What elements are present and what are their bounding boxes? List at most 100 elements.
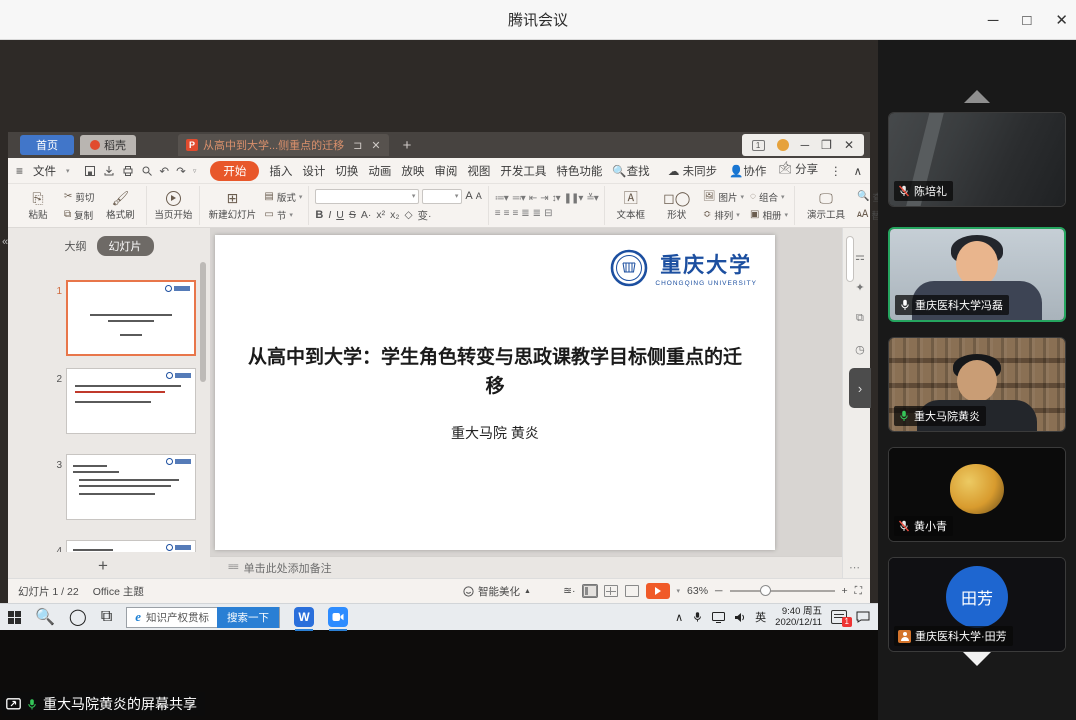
participant-tile-1[interactable]: 陈培礼 — [888, 112, 1066, 207]
participant-tile-3[interactable]: 重大马院黄炎 — [888, 337, 1066, 432]
arrange-button[interactable]: ≎排列▾ — [703, 208, 744, 222]
input-language[interactable]: 英 — [755, 609, 766, 625]
paste-button[interactable]: ⎘粘贴 — [18, 191, 58, 221]
beautify-wand-icon[interactable]: ✦ — [855, 281, 864, 294]
cut-button[interactable]: ✂剪切 — [64, 190, 94, 204]
help-clock-icon[interactable]: ◷ — [855, 343, 865, 356]
strike-button[interactable]: S — [349, 209, 356, 221]
menu-special-tab[interactable]: 特色功能 — [556, 163, 602, 179]
file-caret-icon[interactable]: ▾ — [66, 167, 70, 175]
participant-tile-4[interactable]: 黄小青 — [888, 447, 1066, 542]
font-family-select[interactable]: ▾ — [315, 189, 419, 204]
properties-icon[interactable]: ⚎ — [855, 250, 865, 263]
italic-button[interactable]: I — [328, 209, 331, 221]
slide-sorter-button[interactable] — [604, 585, 618, 597]
distribute-icon[interactable]: ≣ — [533, 208, 540, 219]
cortana-icon[interactable]: ◯ — [69, 607, 87, 627]
highlight-icon[interactable]: ◇ — [404, 209, 412, 221]
slide-thumbnail-2[interactable] — [66, 368, 196, 434]
zoom-out-button[interactable]: ─ — [715, 585, 722, 597]
slide-thumbnail-3[interactable] — [66, 454, 196, 520]
more-menu-icon[interactable]: ⋮ — [830, 164, 842, 178]
bold-button[interactable]: B — [315, 209, 323, 221]
taskbar-search-button[interactable]: 搜索一下 — [217, 607, 279, 628]
output-icon[interactable] — [103, 165, 115, 177]
scroll-down-arrow[interactable] — [963, 652, 991, 666]
font-color-icon[interactable]: A· — [361, 209, 372, 221]
display-mode-icon[interactable]: ≊· — [563, 585, 575, 597]
menu-find[interactable]: 🔍查找 — [612, 163, 649, 179]
text-effects-icon[interactable]: 变· — [418, 208, 432, 223]
menu-slideshow-tab[interactable]: 放映 — [401, 163, 424, 179]
wps-home-tab[interactable]: 首页 — [20, 135, 74, 155]
menu-start-tab[interactable]: 开始 — [210, 161, 259, 181]
slide-title[interactable]: 从高中到大学：学生角色转变与思政课教学目标侧重点的迁移 — [245, 343, 745, 402]
collapse-ribbon-icon[interactable]: ∧ — [854, 164, 862, 178]
action-center-icon[interactable] — [856, 611, 870, 623]
font-size-select[interactable]: ▾ — [422, 189, 462, 204]
customize-caret-icon[interactable]: ▿ — [193, 167, 197, 175]
menu-insert-tab[interactable]: 插入 — [269, 163, 292, 179]
superscript-icon[interactable]: x² — [376, 209, 385, 221]
shapes-button[interactable]: ◻◯形状 — [657, 191, 697, 221]
increase-font-icon[interactable]: A — [465, 190, 472, 202]
tray-display-icon[interactable] — [712, 612, 725, 623]
line-spacing-icon[interactable]: ↕▾ — [552, 193, 560, 204]
menu-transition-tab[interactable]: 切换 — [335, 163, 358, 179]
add-slide-button[interactable]: + — [8, 556, 198, 576]
format-painter-button[interactable]: 🖌格式刷 — [100, 191, 140, 221]
taskbar-clock[interactable]: 9:40 周五 2020/12/11 — [775, 606, 822, 629]
maximize-button[interactable]: □ — [1022, 12, 1031, 29]
new-slide-button[interactable]: ⊞新建幻灯片 — [206, 191, 258, 221]
new-tab-button[interactable]: + — [403, 137, 412, 154]
menu-file[interactable]: 文件 — [33, 163, 56, 179]
slides-tab[interactable]: 幻灯片 — [97, 236, 154, 256]
account-avatar[interactable] — [777, 139, 789, 151]
align-right-icon[interactable]: ≡ — [512, 208, 517, 219]
wps-restore-button[interactable]: ❐ — [821, 138, 832, 152]
underline-button[interactable]: U — [336, 209, 344, 221]
slide-1[interactable]: 重庆大学 CHONGQING UNIVERSITY 从高中到大学：学生角色转变与… — [215, 235, 775, 550]
para-more-icon[interactable]: ⊟ — [544, 208, 551, 219]
theme-name[interactable]: Office 主题 — [93, 584, 144, 599]
layout-button[interactable]: ▤版式▾ — [264, 190, 302, 204]
tray-mic-icon[interactable] — [692, 611, 703, 623]
tencent-meeting-taskbar-icon[interactable] — [328, 607, 348, 627]
minimize-button[interactable]: ─ — [988, 12, 999, 29]
wps-docer-tab[interactable]: 稻壳 — [80, 135, 136, 155]
scroll-up-arrow[interactable] — [964, 90, 990, 103]
present-tools-button[interactable]: 🖵演示工具 — [801, 191, 851, 221]
menu-view-tab[interactable]: 视图 — [467, 163, 490, 179]
task-view-icon[interactable]: ⧉ — [101, 608, 112, 626]
smart-beautify-button[interactable]: 智能美化 ▲ — [463, 584, 531, 599]
redo-icon[interactable]: ↷ — [176, 164, 186, 178]
close-button[interactable]: ✕ — [1055, 11, 1068, 29]
layers-icon[interactable]: ⧉ — [856, 312, 864, 325]
play-options-caret[interactable]: ▾ — [677, 587, 681, 595]
bullets-icon[interactable]: ≔▾ — [495, 193, 508, 204]
print-icon[interactable] — [122, 165, 134, 177]
menu-review-tab[interactable]: 审阅 — [434, 163, 457, 179]
doc-count-badge[interactable]: 1 — [752, 140, 765, 151]
notes-bar[interactable]: ≡≡ 单击此处添加备注 — [210, 556, 842, 578]
close-tab-icon[interactable]: ✕ — [371, 139, 380, 152]
picture-button[interactable]: 🖼图片▾ — [703, 190, 744, 204]
align-left-icon[interactable]: ≡ — [495, 208, 500, 219]
copy-button[interactable]: ⧉复制 — [64, 208, 94, 222]
play-from-current-button[interactable]: 当页开始 — [153, 191, 193, 221]
decrease-font-icon[interactable]: A — [476, 191, 482, 201]
outline-tab[interactable]: 大纲 — [65, 238, 87, 254]
menu-design-tab[interactable]: 设计 — [302, 163, 325, 179]
tray-speaker-icon[interactable] — [734, 612, 746, 623]
undo-icon[interactable]: ↶ — [160, 164, 170, 178]
tray-expand-icon[interactable]: ∧ — [675, 611, 683, 624]
normal-view-button[interactable] — [583, 585, 597, 597]
group-button[interactable]: ◌组合▾ — [750, 190, 788, 204]
sync-status[interactable]: ☁ 未同步 — [668, 163, 717, 179]
wps-close-button[interactable]: ✕ — [844, 138, 854, 152]
collapse-panel-icon[interactable]: « — [2, 236, 8, 248]
zoom-slider-knob[interactable] — [760, 585, 771, 596]
slideshow-play-button[interactable] — [646, 583, 670, 599]
subscript-icon[interactable]: x₂ — [390, 209, 399, 221]
text-direction-icon[interactable]: ≚▾ — [586, 193, 597, 204]
